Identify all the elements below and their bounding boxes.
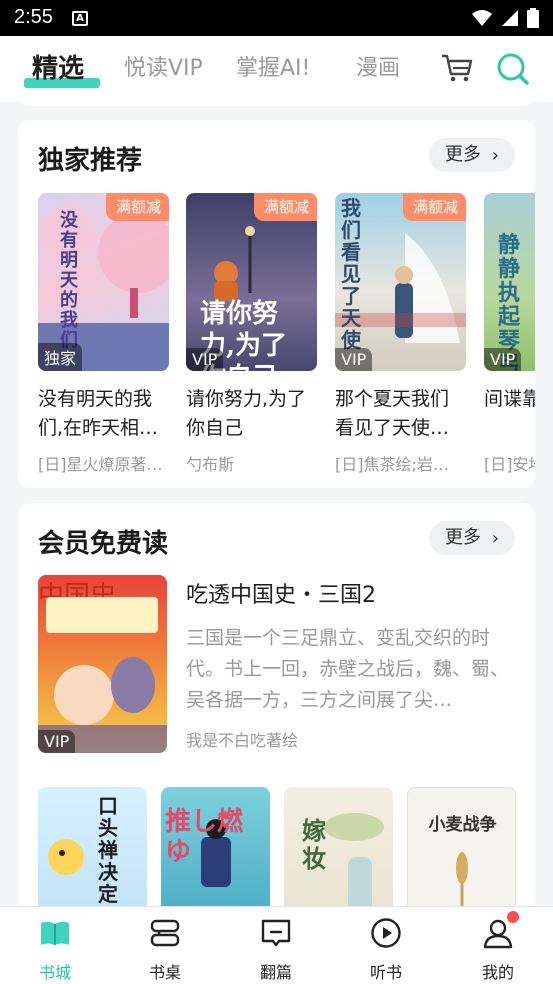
exclusive-badge: 独家 <box>38 343 83 371</box>
chevron-right-icon: › <box>491 145 499 166</box>
status-icons <box>471 8 539 28</box>
book-card[interactable]: 请你努力,为了你自己 满额减 VIP 请你努力,为了你自己 勺布斯 <box>186 193 317 475</box>
book-cover: 我们看见了天使 满额减 VIP <box>335 193 466 371</box>
wifi-icon <box>472 10 492 26</box>
battery-icon <box>527 8 539 28</box>
book-title: 那个夏天我们看见了天使… <box>335 388 450 439</box>
vip-badge: VIP <box>484 348 522 371</box>
featured-book-author: 我是不白吃著绘 <box>186 731 299 750</box>
section-title: 会员免费读 <box>38 529 169 559</box>
book-title: 间谍靠琴弓 <box>484 388 535 410</box>
nav-label: 听书 <box>369 963 402 982</box>
nav-label: 书桌 <box>148 963 181 982</box>
exclusive-section: 独家推荐 更多 › 没有明天的我们 满额减 独家 没有明天的我们,在昨天相… [日… <box>18 120 535 488</box>
featured-book-title[interactable]: 吃透中国史・三国2 <box>186 577 376 609</box>
more-label: 更多 <box>445 527 481 548</box>
nav-audiobook[interactable]: 听书 <box>346 907 426 984</box>
featured-book-cover[interactable]: 中国史 VIP <box>38 575 167 753</box>
cart-icon[interactable] <box>440 52 474 84</box>
tab-vip[interactable]: 悦读VIP <box>124 50 203 82</box>
cover-title: 我们看见了天使 <box>341 196 361 352</box>
discount-ribbon: 满额减 <box>253 193 317 221</box>
tab-comics[interactable]: 漫画 <box>356 50 400 82</box>
notification-dot <box>507 911 519 923</box>
book-cover: 没有明天的我们 满额减 独家 <box>38 193 169 371</box>
book-title: 没有明天的我们,在昨天相… <box>38 388 159 439</box>
nav-flip[interactable]: 翻篇 <box>236 907 316 984</box>
previous-card-edge <box>18 88 535 106</box>
more-button[interactable]: 更多 › <box>429 138 515 172</box>
tab-ai[interactable]: 掌握AI! <box>236 50 310 82</box>
book-card[interactable]: 没有明天的我们 满额减 独家 没有明天的我们,在昨天相… [日]星火燎原著… <box>38 193 169 475</box>
book-card[interactable]: 静静执起琴弓 VIP 间谍靠琴弓 [日]安地 <box>484 193 535 475</box>
cover-title: 嫁妆 <box>302 816 326 873</box>
book-author: [日]焦茶绘;岩… <box>335 455 449 474</box>
nav-label: 翻篇 <box>259 963 292 982</box>
cover-title: 推し燃ゆ <box>165 807 244 867</box>
cover-title: 没有明天的我们 <box>60 210 78 351</box>
discount-ribbon: 满额减 <box>402 193 466 221</box>
message-card-icon <box>261 919 291 947</box>
vip-badge: VIP <box>38 730 76 753</box>
book-title: 请你努力,为了你自己 <box>186 388 307 439</box>
section-title: 独家推荐 <box>38 146 143 176</box>
cover-art <box>38 597 167 753</box>
nav-label: 我的 <box>481 963 514 982</box>
status-bar: 2:55 A <box>0 0 553 36</box>
nav-profile[interactable]: 我的 <box>458 907 538 984</box>
play-circle-icon <box>371 918 401 948</box>
more-button[interactable]: 更多 › <box>429 521 515 555</box>
discount-ribbon: 满额减 <box>105 193 169 221</box>
bookshelf-icon <box>150 919 180 947</box>
status-time: 2:55 <box>14 6 53 28</box>
bottom-nav: 书城 书桌 翻篇 听书 我的 <box>0 906 553 984</box>
signal-icon <box>502 10 518 26</box>
book-open-icon <box>41 921 69 945</box>
member-free-section: 会员免费读 更多 › 中国史 VIP 吃透中国史・三国2 三国是一个三足鼎立、变乱… <box>18 503 535 927</box>
vip-badge: VIP <box>335 348 373 371</box>
chevron-right-icon: › <box>491 528 499 549</box>
book-author: [日]星火燎原著… <box>38 455 163 474</box>
nav-label: 书城 <box>38 963 71 982</box>
more-label: 更多 <box>445 144 481 165</box>
book-author: [日]安地 <box>484 455 535 474</box>
search-icon[interactable] <box>496 52 530 86</box>
nav-bookshelf[interactable]: 书桌 <box>125 907 205 984</box>
notification-icon: A <box>72 11 88 26</box>
nav-bookstore[interactable]: 书城 <box>15 907 95 984</box>
book-card[interactable]: 我们看见了天使 满额减 VIP 那个夏天我们看见了天使… [日]焦茶绘;岩… <box>335 193 466 475</box>
featured-book-description: 三国是一个三足鼎立、变乱交织的时代。书上一回，赤壁之战后，魏、蜀、吴各据一方，三… <box>186 627 510 711</box>
vip-badge: VIP <box>186 348 224 371</box>
book-cover: 静静执起琴弓 VIP <box>484 193 535 371</box>
tab-featured[interactable]: 精选 <box>32 48 84 85</box>
book-author: 勺布斯 <box>186 455 235 474</box>
book-cover: 请你努力,为了你自己 满额减 VIP <box>186 193 317 371</box>
